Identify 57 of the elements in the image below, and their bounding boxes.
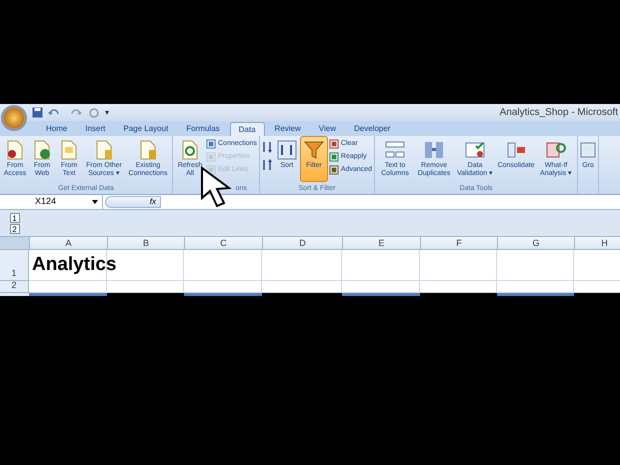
ribbon-tab[interactable]: Page Layout — [115, 122, 176, 136]
row-header[interactable]: 1 — [0, 250, 29, 281]
ribbon-tab[interactable]: View — [310, 122, 344, 136]
cell-text: Analytics — [32, 252, 116, 277]
sheet-cell[interactable] — [342, 250, 420, 281]
sheet-cell[interactable] — [29, 281, 107, 293]
ribbon-tab[interactable]: Home — [38, 122, 76, 136]
sheet-cell[interactable] — [420, 293, 497, 296]
sort-ascending-icon[interactable] — [262, 140, 274, 154]
ribbon-tab[interactable]: Developer — [346, 122, 398, 136]
table-icon — [423, 139, 446, 161]
row-header[interactable] — [0, 293, 29, 296]
insert-function-button[interactable]: fx — [105, 196, 161, 208]
funnel-icon — [302, 139, 325, 161]
select-all-button[interactable] — [0, 237, 29, 249]
column-header[interactable]: H — [574, 237, 620, 249]
sheet-cell[interactable] — [262, 250, 342, 281]
column-header[interactable]: G — [497, 237, 574, 249]
column-header[interactable]: B — [107, 237, 184, 249]
sort-descending-icon[interactable] — [262, 158, 274, 172]
customize-toolbar-arrow[interactable]: ▾ — [105, 106, 109, 118]
sheet-cell[interactable] — [107, 293, 184, 296]
sheet-cell[interactable] — [420, 281, 497, 293]
column-header[interactable]: C — [184, 237, 262, 249]
sheet-cell[interactable] — [342, 281, 420, 293]
column-header[interactable]: F — [420, 237, 497, 249]
sheet-cell[interactable] — [262, 281, 342, 293]
save-icon[interactable] — [32, 107, 43, 118]
ribbon-tab[interactable]: Formulas — [178, 122, 228, 136]
window-title: Analytics_Shop - Microsoft — [500, 106, 618, 120]
sheet-cell[interactable] — [184, 293, 262, 296]
sheet-cell[interactable] — [420, 250, 497, 281]
column-header[interactable]: D — [262, 237, 342, 249]
ribbon-tab[interactable]: Review — [266, 122, 309, 136]
sheet-cell[interactable] — [184, 250, 262, 281]
ribbon-tab[interactable]: Data — [230, 122, 265, 136]
outline-level-button[interactable]: 1 — [10, 212, 20, 222]
office-button[interactable] — [1, 105, 27, 131]
dropdown-arrow-icon[interactable] — [92, 200, 98, 204]
sheet-cell[interactable] — [497, 250, 574, 281]
sheet-cell[interactable] — [342, 293, 420, 296]
sheet-cell[interactable] — [574, 250, 620, 281]
sheet-cell[interactable] — [574, 293, 620, 296]
row-header[interactable]: 2 — [0, 281, 29, 293]
column-header[interactable]: E — [342, 237, 420, 249]
outline-level-button[interactable]: 2 — [10, 224, 20, 234]
column-header[interactable]: A — [29, 237, 107, 249]
sort-icon — [276, 139, 298, 161]
sheet-cell[interactable] — [497, 281, 574, 293]
sheet-cell[interactable] — [184, 281, 262, 293]
sheet-cell[interactable] — [107, 281, 184, 293]
sheet-cell[interactable] — [29, 293, 107, 296]
sheet-cell[interactable] — [497, 293, 574, 296]
sheet-cell[interactable] — [574, 281, 620, 293]
ribbon-tab[interactable]: Insert — [77, 122, 114, 136]
name-box[interactable]: X124 — [0, 195, 103, 209]
sheet-cell[interactable] — [262, 293, 342, 296]
